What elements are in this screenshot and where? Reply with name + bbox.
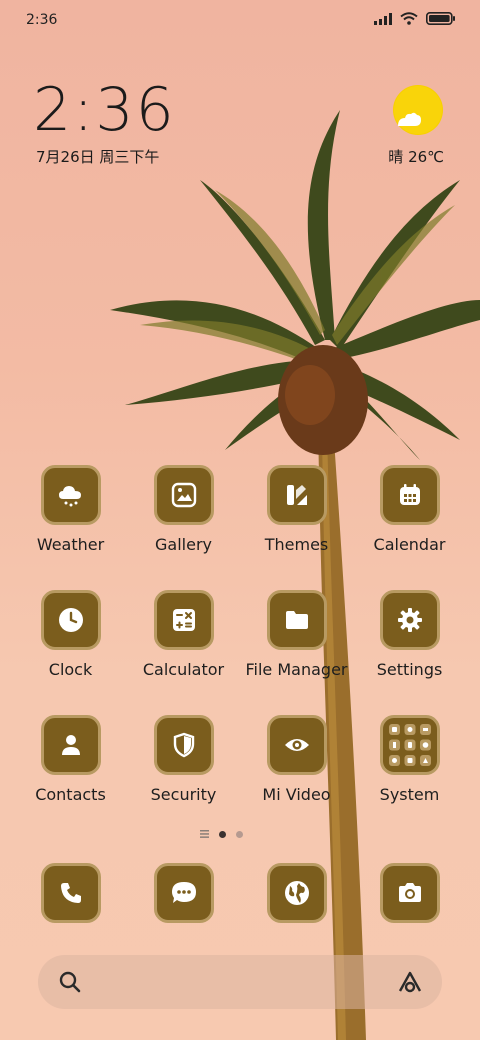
search-icon [59, 971, 81, 993]
wifi-icon [400, 12, 418, 25]
folder-icon [285, 611, 308, 629]
message-icon [171, 882, 196, 903]
clock-widget-date: 7月26日 周三下午 [36, 148, 160, 166]
app-label: System [379, 785, 440, 804]
clock-icon [58, 608, 83, 632]
eye-icon [284, 739, 309, 751]
shield-icon [173, 732, 194, 758]
weather-widget-text: 晴 26℃ [388, 148, 444, 166]
calculator-icon [172, 609, 195, 631]
dock-phone[interactable] [14, 863, 127, 923]
weather-sun-icon[interactable] [392, 84, 444, 136]
status-bar: 2:36 [0, 0, 480, 40]
app-settings[interactable]: Settings [353, 590, 466, 679]
app-contacts[interactable]: Contacts [14, 715, 127, 804]
app-label: Settings [376, 660, 443, 679]
app-file-manager[interactable]: File Manager [240, 590, 353, 679]
browser-globe-icon [284, 881, 309, 905]
page-indicator[interactable] [200, 830, 243, 838]
gallery-icon [171, 482, 196, 508]
app-label: Weather [36, 535, 105, 554]
contact-icon [61, 735, 80, 755]
search-bar[interactable] [38, 955, 442, 1009]
app-gallery[interactable]: Gallery [127, 465, 240, 554]
app-calendar[interactable]: Calendar [353, 465, 466, 554]
status-time: 2:36 [26, 12, 58, 28]
page-dot-active[interactable] [219, 830, 226, 838]
app-folder-system[interactable]: System [353, 715, 466, 804]
camera-icon [398, 883, 421, 902]
app-security[interactable]: Security [127, 715, 240, 804]
app-label: Mi Video [262, 785, 331, 804]
battery-icon [426, 12, 455, 25]
app-label: Clock [48, 660, 93, 679]
app-label: File Manager [245, 660, 348, 679]
folder-grid-icon [388, 724, 431, 766]
dock-messages[interactable] [127, 863, 240, 923]
app-themes[interactable]: Themes [240, 465, 353, 554]
app-weather[interactable]: Weather [14, 465, 127, 554]
dock-camera[interactable] [353, 863, 466, 923]
phone-icon [60, 883, 81, 903]
assistant-icon[interactable] [396, 969, 424, 995]
page-dot[interactable] [236, 830, 243, 838]
gear-icon [397, 608, 422, 632]
app-calculator[interactable]: Calculator [127, 590, 240, 679]
app-label: Calculator [142, 660, 225, 679]
themes-icon [286, 485, 307, 505]
calendar-icon [399, 484, 420, 505]
app-label: Themes [264, 535, 329, 554]
app-label: Gallery [155, 535, 212, 554]
dock-browser[interactable] [240, 863, 353, 923]
feed-page-icon[interactable] [200, 830, 209, 838]
clock-widget-time[interactable]: 2:36 [33, 76, 176, 144]
weather-icon [58, 486, 81, 507]
signal-icon [374, 12, 392, 25]
app-label: Security [150, 785, 217, 804]
app-label: Contacts [35, 785, 106, 804]
app-clock[interactable]: Clock [14, 590, 127, 679]
app-label: Calendar [373, 535, 446, 554]
app-mi-video[interactable]: Mi Video [240, 715, 353, 804]
